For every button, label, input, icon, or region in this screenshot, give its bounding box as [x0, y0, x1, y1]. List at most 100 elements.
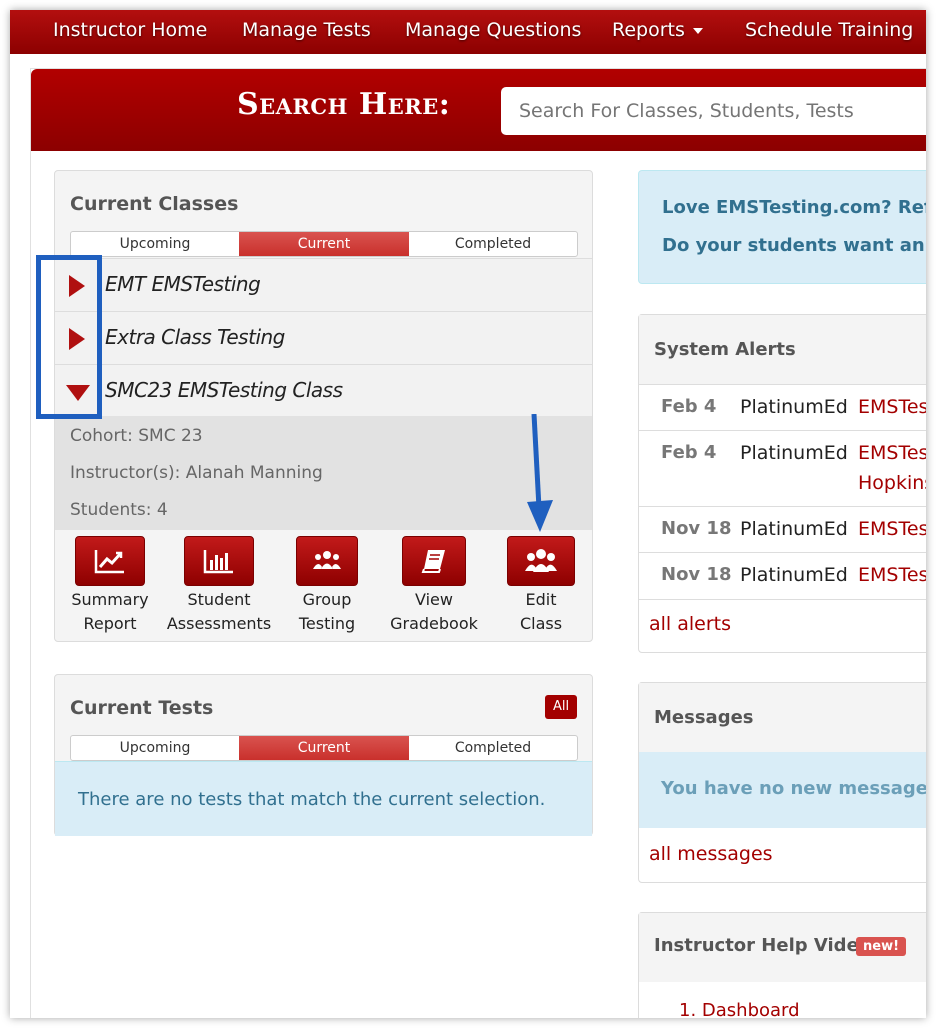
summary-report-label: Summary Report — [55, 588, 165, 636]
class-row-smc23[interactable]: SMC23 EMSTesting Class — [55, 364, 592, 417]
system-alerts-panel: System Alerts Feb 4 PlatinumEd EMSTest F… — [638, 314, 926, 653]
help-videos-title: Instructor Help Videos — [654, 935, 882, 956]
action-label-line2: Testing — [298, 614, 356, 633]
action-label-line1: View — [415, 590, 453, 609]
alert-link[interactable]: EMSTest — [858, 396, 926, 418]
students-text: Students: 4 — [70, 500, 168, 520]
referral-line2[interactable]: Do your students want an EM — [662, 235, 926, 256]
view-gradebook-action[interactable]: View Gradebook — [379, 536, 489, 636]
alert-link[interactable]: EMSTest — [858, 518, 926, 540]
all-alerts-link[interactable]: all alerts — [649, 613, 731, 635]
highlight-box — [36, 255, 102, 419]
alert-date: Feb 4 — [661, 396, 717, 417]
class-name[interactable]: Extra Class Testing — [105, 325, 285, 349]
alert-link-continued[interactable]: Hopkins — [858, 472, 926, 494]
system-alerts-title: System Alerts — [654, 339, 796, 360]
search-label: Search Here: — [237, 87, 451, 122]
bar-chart-icon — [203, 550, 233, 574]
summary-report-button[interactable] — [75, 536, 145, 586]
action-label-line1: Summary — [71, 590, 149, 609]
empty-tests-box: There are no tests that match the curren… — [55, 761, 592, 836]
search-input[interactable] — [501, 87, 926, 135]
alert-date: Nov 18 — [661, 518, 732, 539]
alert-date: Feb 4 — [661, 442, 717, 463]
group-testing-label: Group Testing — [272, 588, 382, 636]
current-classes-panel: Current Classes Upcoming Current Complet… — [54, 170, 593, 642]
empty-tests-message: There are no tests that match the curren… — [78, 789, 546, 810]
alert-row: Feb 4 PlatinumEd EMSTest — [639, 384, 926, 431]
help-videos-header: Instructor Help Videos new! — [639, 913, 926, 982]
edit-class-action[interactable]: Edit Class — [486, 536, 596, 636]
alert-source: PlatinumEd — [740, 396, 848, 418]
nav-manage-tests[interactable]: Manage Tests — [242, 10, 371, 50]
alert-source: PlatinumEd — [740, 518, 848, 540]
alert-source: PlatinumEd — [740, 564, 848, 586]
referral-box: Love EMSTesting.com? Refer Do your stude… — [638, 170, 926, 284]
help-video-link[interactable]: 1. Dashboard — [679, 1000, 800, 1018]
student-assessments-button[interactable] — [184, 536, 254, 586]
alert-source: PlatinumEd — [740, 442, 848, 464]
view-gradebook-button[interactable] — [402, 536, 466, 586]
tab-upcoming[interactable]: Upcoming — [71, 232, 239, 256]
tab-current[interactable]: Current — [239, 232, 409, 256]
class-details: Cohort: SMC 23 Instructor(s): Alanah Man… — [55, 416, 592, 530]
search-banner: Search Here: — [31, 69, 926, 151]
action-label-line1: Group — [302, 590, 352, 609]
referral-line1[interactable]: Love EMSTesting.com? Refer — [662, 197, 926, 218]
messages-empty-text: You have no new messages. — [661, 778, 926, 799]
page-content: Search Here: Current Classes Upcoming Cu… — [30, 68, 926, 1018]
alert-row: Nov 18 PlatinumEd EMSTest — [639, 552, 926, 600]
tab-current[interactable]: Current — [239, 736, 409, 760]
all-tests-badge[interactable]: All — [545, 695, 577, 719]
summary-report-action[interactable]: Summary Report — [55, 536, 165, 636]
messages-header: Messages — [639, 683, 926, 752]
action-label-line2: Assessments — [166, 614, 272, 633]
group-icon — [313, 551, 341, 569]
nav-reports[interactable]: Reports — [612, 10, 703, 50]
alert-date: Nov 18 — [661, 564, 732, 585]
help-video-item[interactable]: 1. Dashboard — [679, 1000, 800, 1018]
student-assessments-action[interactable]: Student Assessments — [164, 536, 274, 636]
action-label-line2: Class — [519, 614, 563, 633]
current-tests-title: Current Tests — [70, 697, 214, 719]
messages-panel: Messages You have no new messages. all m… — [638, 682, 926, 883]
book-icon — [421, 550, 445, 573]
view-gradebook-label: View Gradebook — [379, 588, 489, 636]
all-messages-link[interactable]: all messages — [649, 843, 773, 865]
alert-row: Nov 18 PlatinumEd EMSTest — [639, 506, 926, 553]
class-row-extra-class-testing[interactable]: Extra Class Testing — [55, 311, 592, 364]
nav-instructor-home[interactable]: Instructor Home — [53, 10, 207, 50]
tab-completed[interactable]: Completed — [409, 736, 577, 760]
group-testing-button[interactable] — [296, 536, 358, 586]
current-tests-tabs: Upcoming Current Completed — [70, 735, 578, 761]
edit-class-label: Edit Class — [486, 588, 596, 636]
current-tests-panel: Current Tests All Upcoming Current Compl… — [54, 674, 593, 836]
messages-title: Messages — [654, 707, 754, 728]
current-classes-title: Current Classes — [70, 193, 239, 215]
class-name[interactable]: SMC23 EMSTesting Class — [105, 378, 343, 402]
nav-reports-label: Reports — [612, 19, 685, 41]
action-label-line2: Gradebook — [390, 614, 478, 633]
alert-link[interactable]: EMSTest — [858, 564, 926, 586]
class-row-emt-emstesting[interactable]: EMT EMSTesting — [55, 258, 592, 311]
group-testing-action[interactable]: Group Testing — [272, 536, 382, 636]
action-label-line2: Report — [83, 614, 137, 633]
tab-upcoming[interactable]: Upcoming — [71, 736, 239, 760]
tab-completed[interactable]: Completed — [409, 232, 577, 256]
chevron-down-icon — [692, 27, 703, 34]
system-alerts-header: System Alerts — [639, 315, 926, 384]
alert-link[interactable]: EMSTest — [858, 442, 926, 464]
help-videos-panel: Instructor Help Videos new! 1. Dashboard — [638, 912, 926, 1018]
action-label-line1: Student — [187, 590, 251, 609]
nav-schedule-training[interactable]: Schedule Training — [745, 10, 913, 50]
browser-frame: Instructor Home Manage Tests Manage Ques… — [10, 10, 926, 1018]
nav-manage-questions[interactable]: Manage Questions — [405, 10, 581, 50]
student-assessments-label: Student Assessments — [164, 588, 274, 636]
new-badge: new! — [856, 937, 907, 956]
class-name[interactable]: EMT EMSTesting — [105, 272, 261, 296]
current-classes-tabs: Upcoming Current Completed — [70, 231, 578, 257]
edit-class-button[interactable] — [507, 536, 575, 586]
users-icon — [525, 549, 557, 572]
line-chart-icon — [94, 550, 124, 574]
alert-row: Feb 4 PlatinumEd EMSTest Hopkins — [639, 430, 926, 507]
